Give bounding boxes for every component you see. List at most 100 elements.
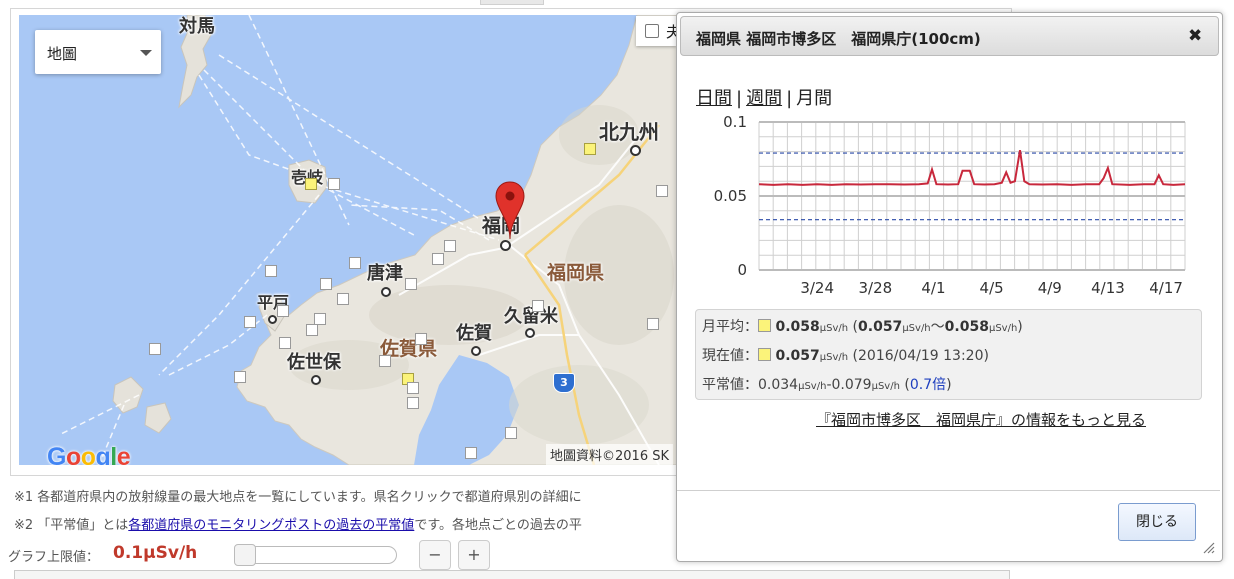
normal-max: 0.079 — [831, 377, 872, 393]
monitoring-post-marker[interactable] — [379, 355, 391, 367]
place-label-saga: 佐賀 — [456, 323, 492, 344]
city-dot-kitakyushu — [630, 145, 641, 156]
bottom-panel-edge — [14, 570, 1010, 579]
monitoring-post-marker[interactable] — [305, 178, 317, 190]
paren-close: ) — [1017, 319, 1023, 335]
monitoring-post-marker[interactable] — [532, 300, 544, 312]
map-type-select[interactable]: 地圖 — [35, 30, 161, 74]
footnote-2-prefix: ※2 「平常値」とは — [14, 518, 129, 533]
monitoring-post-marker[interactable] — [349, 257, 361, 269]
tab-daily[interactable]: 日間 — [696, 88, 732, 109]
city-dot-saga — [471, 346, 481, 356]
map-canvas[interactable]: 対馬 壱岐 北九州 福岡 福岡県 唐津 平戸 久留米 佐賀 佐賀県 佐世保 3 — [19, 15, 679, 465]
map-type-label: 地圖 — [47, 45, 78, 63]
chart-x-ticks: 3/24 3/28 4/1 4/5 4/9 4/13 4/17 — [800, 279, 1183, 297]
normal-ratio: 0.7倍 — [909, 377, 947, 393]
graph-limit-slider[interactable] — [235, 546, 397, 564]
monitoring-post-marker[interactable] — [407, 397, 419, 409]
monitoring-post-marker[interactable] — [244, 316, 256, 328]
monitoring-post-marker[interactable] — [337, 293, 349, 305]
close-button[interactable]: 閉じる — [1118, 503, 1196, 541]
city-dot-karatsu — [381, 287, 391, 297]
graph-limit-label: グラフ上限値： — [8, 550, 100, 565]
place-label-tsushima: 対馬 — [179, 16, 215, 37]
current-value-label: 現在値： — [702, 348, 758, 364]
x-tick-label: 4/1 — [921, 279, 945, 297]
location-pin-icon[interactable] — [495, 181, 525, 241]
monitoring-post-marker[interactable] — [149, 343, 161, 355]
monitoring-post-marker[interactable] — [465, 447, 477, 459]
level-swatch-icon — [758, 348, 771, 361]
monitoring-post-marker[interactable] — [432, 253, 444, 265]
unit-label: μSv/h — [902, 323, 931, 334]
city-dot-sasebo — [311, 375, 321, 385]
normal-min: 0.034 — [758, 377, 799, 393]
monitoring-post-marker[interactable] — [407, 382, 419, 394]
checkbox-icon[interactable] — [645, 24, 659, 38]
decrease-button[interactable]: − — [419, 540, 451, 570]
monitoring-post-marker[interactable] — [505, 427, 517, 439]
map-layer-checkbox[interactable]: 夫 — [636, 16, 681, 46]
normal-value-link[interactable]: 各都道府県のモニタリングポストの過去の平常値 — [128, 518, 414, 533]
place-label-kitakyushu: 北九州 — [599, 120, 659, 144]
more-info-link[interactable]: 『福岡市博多区 福岡県庁』の情報をもっと見る — [816, 409, 1146, 430]
x-tick-label: 4/17 — [1149, 279, 1183, 297]
chart-grid — [758, 121, 1186, 271]
chart-y-ticks: 0.1 0.05 0 — [714, 113, 747, 279]
increase-button[interactable]: + — [458, 540, 490, 570]
city-dot-hirado — [268, 315, 277, 324]
unit-label: μSv/h — [819, 352, 849, 363]
monitoring-post-marker[interactable] — [405, 278, 417, 290]
footnote-2: ※2 「平常値」とは各都道府県のモニタリングポストの過去の平常値です。各地点ごと… — [14, 514, 582, 533]
monitoring-post-marker[interactable] — [656, 185, 668, 197]
unit-label: μSv/h — [819, 323, 849, 334]
monitoring-post-marker[interactable] — [444, 240, 456, 252]
map-terrain — [19, 15, 679, 465]
graph-limit-slider-handle[interactable] — [234, 544, 256, 566]
dose-rate-chart: 0.1 0.05 0 3/24 3/28 4/1 4/5 4/9 4/13 4/17 — [714, 113, 1186, 297]
monitoring-post-marker[interactable] — [234, 371, 246, 383]
current-timestamp: (2016/04/19 13:20) — [852, 348, 989, 364]
monitoring-post-marker[interactable] — [306, 324, 318, 336]
footnote-1: ※1 各都道府県内の放射線量の最大地点を一覧にしています。県名クリックで都道府県… — [14, 490, 582, 505]
monitoring-post-marker[interactable] — [647, 318, 659, 330]
monitoring-post-marker[interactable] — [277, 305, 289, 317]
monitoring-post-marker[interactable] — [265, 265, 277, 277]
tab-monthly: 月間 — [796, 88, 833, 109]
place-label-karatsu: 唐津 — [367, 263, 403, 284]
normal-value-row: 平常値：0.034μSv/h-0.079μSv/h (0.7倍) — [702, 374, 952, 394]
monthly-average-value: 0.058 — [775, 319, 820, 335]
x-tick-label: 4/5 — [980, 279, 1004, 297]
y-tick-label: 0.1 — [723, 113, 747, 131]
map-attribution: 地圖資料©2016 SK — [546, 444, 673, 465]
top-tab-remnant — [480, 0, 544, 5]
monthly-max-value: 0.058 — [944, 319, 989, 335]
normal-value-label: 平常値： — [702, 377, 758, 393]
x-tick-label: 4/13 — [1091, 279, 1125, 297]
place-label-kurume: 久留米 — [504, 306, 558, 327]
monthly-average-label: 月平均： — [702, 319, 758, 335]
monitoring-post-marker[interactable] — [415, 333, 427, 345]
tab-weekly[interactable]: 週間 — [746, 88, 782, 109]
x-tick-label: 3/28 — [858, 279, 892, 297]
monitoring-post-marker[interactable] — [320, 278, 332, 290]
current-value-row: 現在値： 0.057μSv/h (2016/04/19 13:20) — [702, 345, 989, 365]
city-dot-fukuoka — [500, 240, 511, 251]
monthly-min-value: 0.057 — [858, 319, 903, 335]
monitoring-post-marker[interactable] — [279, 337, 291, 349]
range-tilde: 〜 — [930, 319, 945, 335]
chevron-down-icon — [140, 50, 152, 56]
place-label-fukuoka-pref: 福岡県 — [547, 262, 605, 284]
paren-close: ) — [946, 377, 952, 393]
place-label-sasebo: 佐世保 — [287, 352, 341, 373]
current-value: 0.057 — [775, 348, 820, 364]
dialog-footer-divider — [677, 490, 1220, 491]
footnote-2-suffix: です。各地点ごとの過去の平 — [414, 518, 582, 533]
monitoring-post-marker[interactable] — [584, 143, 596, 155]
resize-grip-icon[interactable] — [1201, 540, 1215, 554]
y-tick-label: 0.05 — [714, 187, 747, 205]
period-tabs: 日間 | 週間 | 月間 — [696, 84, 832, 110]
monitoring-post-marker[interactable] — [328, 178, 340, 190]
x-tick-label: 3/24 — [800, 279, 834, 297]
close-icon[interactable]: ✖ — [1188, 26, 1202, 46]
